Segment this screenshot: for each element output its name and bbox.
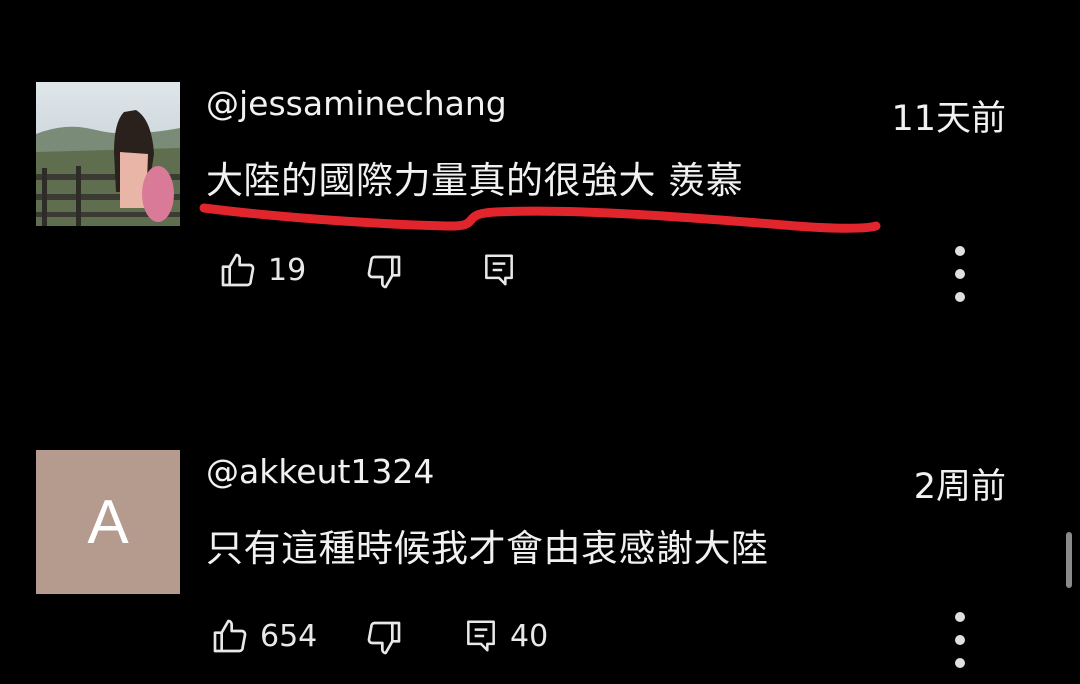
thumbs-down-icon: [367, 621, 401, 655]
dislike-button[interactable]: [364, 618, 404, 658]
reply-icon: [485, 254, 513, 286]
avatar[interactable]: A: [36, 450, 180, 594]
more-vert-icon[interactable]: [944, 246, 976, 302]
comment-item: A @akkeut1324 2周前 只有這種時候我才會由衷感謝大陸 654 40: [0, 340, 1080, 684]
more-vert-icon[interactable]: [944, 612, 976, 668]
avatar-photo: [36, 82, 180, 226]
reply-icon: [467, 620, 495, 652]
thumbs-down-icon: [367, 255, 401, 289]
comment-timestamp: 11天前: [891, 99, 1006, 139]
thumbs-up-icon: [213, 619, 247, 653]
reply-button[interactable]: 40: [462, 616, 548, 656]
like-button[interactable]: 654: [210, 616, 317, 656]
comment-author[interactable]: @jessaminechang: [206, 84, 507, 123]
reply-button[interactable]: [480, 250, 528, 290]
like-count: 19: [268, 252, 307, 288]
scrollbar[interactable]: [1066, 532, 1072, 588]
comment-text: 只有這種時候我才會由衷感謝大陸: [206, 527, 769, 570]
comment-author[interactable]: @akkeut1324: [206, 452, 434, 491]
comment-timestamp: 2周前: [913, 467, 1006, 507]
comment-item: @jessaminechang 11天前 大陸的國際力量真的很強大 羨慕 19: [0, 0, 1080, 340]
like-count: 654: [260, 618, 318, 654]
like-button[interactable]: 19: [218, 250, 306, 290]
avatar-letter: A: [87, 487, 129, 557]
avatar[interactable]: [36, 82, 180, 226]
red-underline-annotation: [199, 203, 881, 233]
dislike-button[interactable]: [364, 252, 404, 292]
thumbs-up-icon: [221, 253, 255, 287]
reply-count: 40: [510, 618, 549, 654]
